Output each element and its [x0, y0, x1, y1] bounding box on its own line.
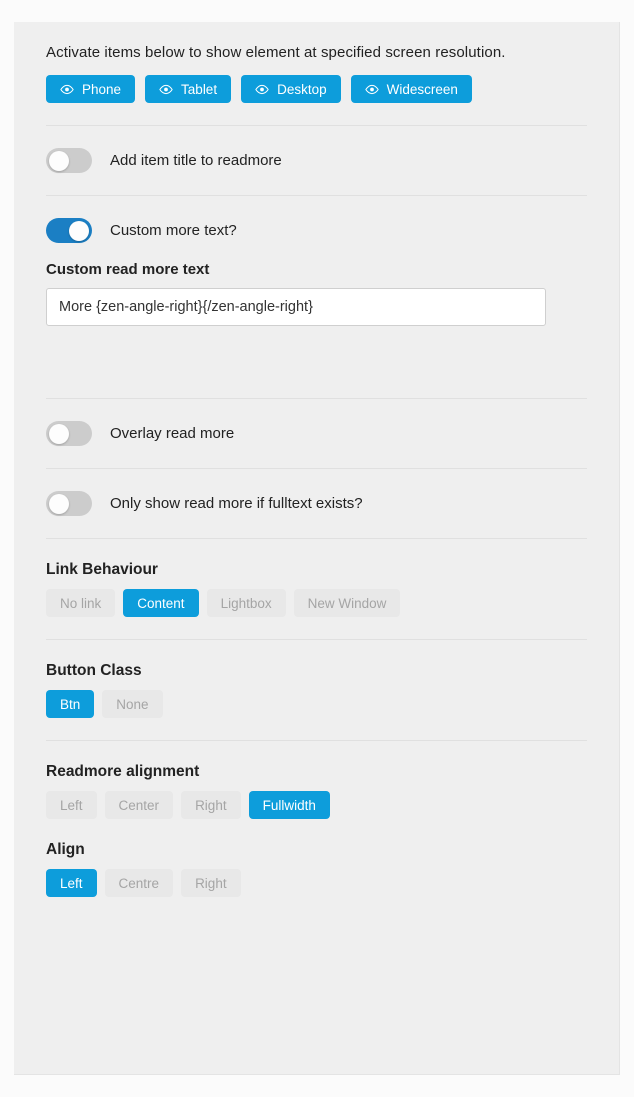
pill-row: Btn None [46, 690, 587, 718]
group-title: Button Class [46, 662, 142, 679]
resolution-button-label: Desktop [277, 81, 327, 97]
resolution-button-label: Widescreen [386, 81, 458, 97]
option-no-link[interactable]: No link [46, 589, 116, 617]
pill-row: Left Center Right Fullwidth [46, 791, 587, 819]
option-align-left[interactable]: Left [46, 869, 97, 897]
option-new-window[interactable]: New Window [293, 589, 401, 617]
toggle-knob [69, 220, 89, 241]
custom-read-more-text-input[interactable] [46, 288, 546, 326]
resolution-button-tablet[interactable]: Tablet [145, 75, 232, 103]
settings-panel: Activate items below to show element at … [14, 22, 620, 1075]
toggle-knob [49, 493, 69, 514]
toggle-knob [49, 150, 69, 171]
resolution-button-desktop[interactable]: Desktop [241, 75, 341, 103]
resolution-button-label: Phone [82, 81, 122, 97]
resolution-button-phone[interactable]: Phone [46, 75, 136, 103]
eye-icon [159, 84, 173, 95]
toggle-label: Custom more text? [110, 222, 237, 239]
option-group-link-behaviour: Link Behaviour No link Content Lightbox … [46, 539, 587, 639]
toggle-overlay-read-more[interactable] [46, 421, 92, 446]
pill-row: Left Centre Right [46, 869, 587, 897]
group-title: Readmore alignment [46, 763, 200, 780]
toggle-knob [49, 423, 69, 444]
option-group-button-class: Button Class Btn None [46, 640, 587, 740]
toggle-only-show-if-fulltext[interactable] [46, 491, 92, 516]
option-content[interactable]: Content [123, 589, 199, 617]
eye-icon [364, 84, 379, 95]
option-readmore-center[interactable]: Center [104, 791, 174, 819]
toggle-section-custom-more-text: Custom more text? Custom read more text [46, 196, 587, 398]
eye-icon [255, 84, 269, 95]
option-readmore-fullwidth[interactable]: Fullwidth [248, 791, 330, 819]
resolution-section: Activate items below to show element at … [46, 22, 587, 125]
toggle-section-overlay-read-more: Overlay read more [46, 399, 587, 468]
option-align-centre[interactable]: Centre [104, 869, 174, 897]
resolution-button-label: Tablet [181, 81, 218, 97]
toggle-section-only-show-if-fulltext: Only show read more if fulltext exists? [46, 469, 587, 538]
option-align-right[interactable]: Right [181, 869, 241, 897]
option-readmore-right[interactable]: Right [181, 791, 241, 819]
pill-row: No link Content Lightbox New Window [46, 589, 587, 617]
toggle-label: Add item title to readmore [110, 152, 282, 169]
option-none[interactable]: None [102, 690, 163, 718]
option-btn[interactable]: Btn [46, 690, 95, 718]
group-title: Align [46, 841, 85, 858]
group-title: Link Behaviour [46, 561, 158, 578]
intro-text: Activate items below to show element at … [46, 44, 506, 61]
toggle-label: Only show read more if fulltext exists? [110, 495, 363, 512]
option-readmore-left[interactable]: Left [46, 791, 97, 819]
toggle-section-add-item-title: Add item title to readmore [46, 126, 587, 195]
resolution-button-row: Phone Tablet Desktop Widescreen [46, 75, 587, 103]
toggle-custom-more-text[interactable] [46, 218, 92, 243]
eye-icon [60, 84, 74, 95]
resolution-button-widescreen[interactable]: Widescreen [350, 75, 472, 103]
option-group-readmore-alignment: Readmore alignment Left Center Right Ful… [46, 741, 587, 919]
option-lightbox[interactable]: Lightbox [206, 589, 286, 617]
custom-read-more-text-label: Custom read more text [46, 261, 210, 278]
toggle-label: Overlay read more [110, 425, 235, 442]
toggle-add-item-title[interactable] [46, 148, 92, 173]
